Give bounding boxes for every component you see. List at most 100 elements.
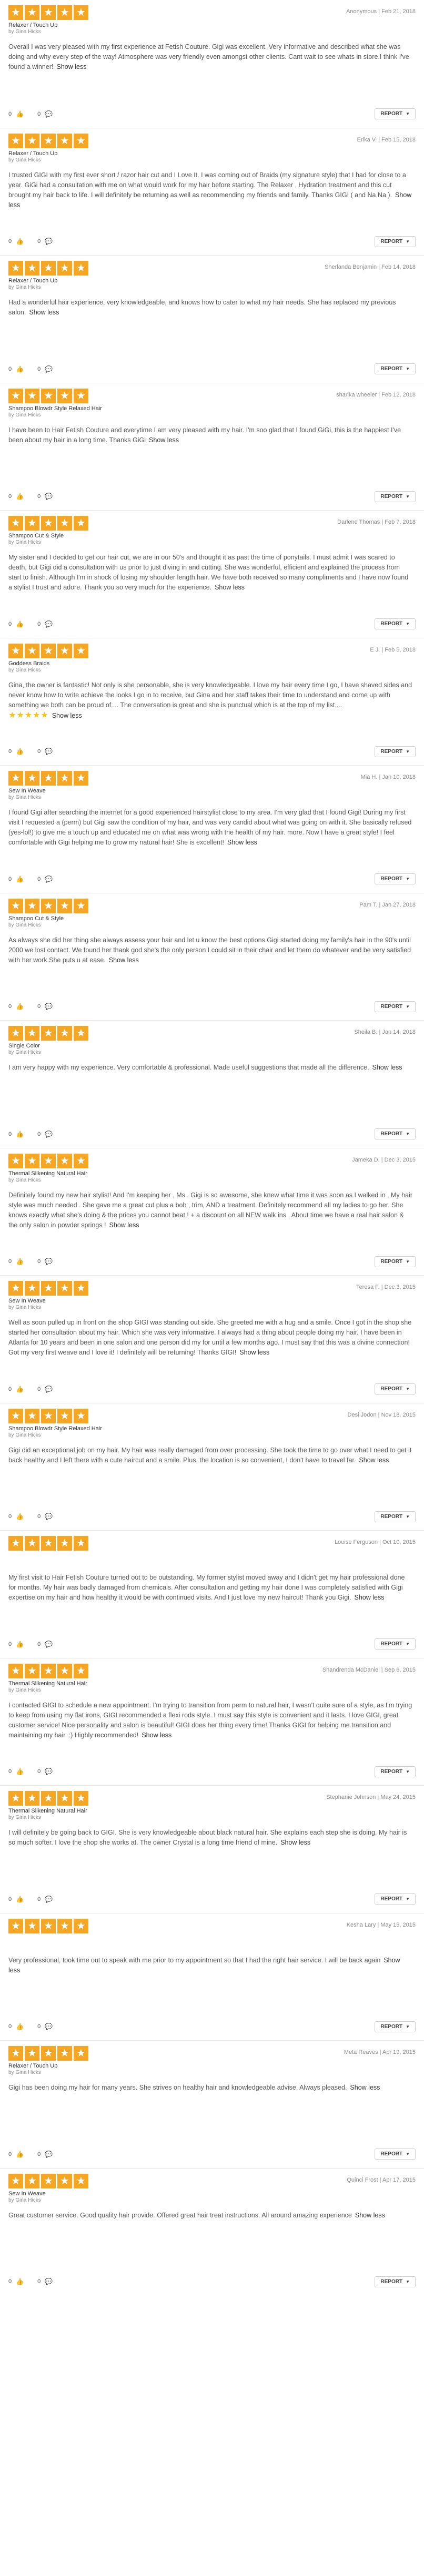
- comment-action[interactable]: 0 💬: [37, 365, 53, 373]
- report-button[interactable]: REPORT ▼: [375, 1001, 416, 1012]
- report-button[interactable]: REPORT ▼: [375, 1256, 416, 1267]
- comment-action[interactable]: 0 💬: [37, 1003, 53, 1010]
- like-action[interactable]: 0 👍: [8, 1768, 24, 1775]
- comment-action[interactable]: 0 💬: [37, 1386, 53, 1393]
- thumbs-up-icon[interactable]: 👍: [16, 1896, 24, 1903]
- comment-icon[interactable]: 💬: [45, 365, 53, 373]
- report-button[interactable]: REPORT ▼: [375, 2021, 416, 2032]
- comment-action[interactable]: 0 💬: [37, 238, 53, 245]
- comment-action[interactable]: 0 💬: [37, 493, 53, 500]
- report-button[interactable]: REPORT ▼: [375, 746, 416, 757]
- comment-action[interactable]: 0 💬: [37, 875, 53, 883]
- like-action[interactable]: 0 👍: [8, 1003, 24, 1010]
- comment-icon[interactable]: 💬: [45, 1258, 53, 1265]
- comment-icon[interactable]: 💬: [45, 493, 53, 500]
- comment-icon[interactable]: 💬: [45, 1131, 53, 1138]
- show-less-link[interactable]: Show less: [372, 1064, 402, 1071]
- thumbs-up-icon[interactable]: 👍: [16, 1386, 24, 1393]
- show-less-link[interactable]: Show less: [350, 2084, 380, 2091]
- report-button[interactable]: REPORT ▼: [375, 1893, 416, 1905]
- report-button[interactable]: REPORT ▼: [375, 108, 416, 119]
- thumbs-up-icon[interactable]: 👍: [16, 2023, 24, 2030]
- comment-icon[interactable]: 💬: [45, 238, 53, 245]
- like-action[interactable]: 0 👍: [8, 1513, 24, 1520]
- comment-icon[interactable]: 💬: [45, 2023, 53, 2030]
- show-less-link[interactable]: Show less: [239, 1349, 269, 1356]
- thumbs-up-icon[interactable]: 👍: [16, 1131, 24, 1138]
- thumbs-up-icon[interactable]: 👍: [16, 2278, 24, 2285]
- thumbs-up-icon[interactable]: 👍: [16, 1258, 24, 1265]
- report-button[interactable]: REPORT ▼: [375, 1511, 416, 1522]
- show-less-link[interactable]: Show less: [56, 63, 86, 70]
- thumbs-up-icon[interactable]: 👍: [16, 1003, 24, 1010]
- comment-icon[interactable]: 💬: [45, 1003, 53, 1010]
- like-action[interactable]: 0 👍: [8, 2023, 24, 2030]
- comment-icon[interactable]: 💬: [45, 2151, 53, 2158]
- report-button[interactable]: REPORT ▼: [375, 1766, 416, 1777]
- comment-action[interactable]: 0 💬: [37, 1896, 53, 1903]
- like-action[interactable]: 0 👍: [8, 2278, 24, 2285]
- comment-action[interactable]: 0 💬: [37, 2151, 53, 2158]
- thumbs-up-icon[interactable]: 👍: [16, 875, 24, 883]
- like-action[interactable]: 0 👍: [8, 2151, 24, 2158]
- show-less-link[interactable]: Show less: [29, 309, 59, 316]
- report-button[interactable]: REPORT ▼: [375, 236, 416, 247]
- comment-icon[interactable]: 💬: [45, 620, 53, 628]
- comment-action[interactable]: 0 💬: [37, 620, 53, 628]
- comment-action[interactable]: 0 💬: [37, 2023, 53, 2030]
- report-button[interactable]: REPORT ▼: [375, 618, 416, 629]
- report-button[interactable]: REPORT ▼: [375, 1383, 416, 1394]
- like-action[interactable]: 0 👍: [8, 110, 24, 118]
- comment-icon[interactable]: 💬: [45, 1513, 53, 1520]
- like-action[interactable]: 0 👍: [8, 493, 24, 500]
- like-action[interactable]: 0 👍: [8, 1131, 24, 1138]
- comment-icon[interactable]: 💬: [45, 1896, 53, 1903]
- like-action[interactable]: 0 👍: [8, 875, 24, 883]
- show-less-link[interactable]: Show less: [149, 436, 179, 444]
- like-action[interactable]: 0 👍: [8, 238, 24, 245]
- like-action[interactable]: 0 👍: [8, 365, 24, 373]
- thumbs-up-icon[interactable]: 👍: [16, 365, 24, 373]
- report-button[interactable]: REPORT ▼: [375, 491, 416, 502]
- comment-action[interactable]: 0 💬: [37, 1131, 53, 1138]
- comment-action[interactable]: 0 💬: [37, 1641, 53, 1648]
- comment-icon[interactable]: 💬: [45, 1768, 53, 1775]
- comment-icon[interactable]: 💬: [45, 2278, 53, 2285]
- report-button[interactable]: REPORT ▼: [375, 1638, 416, 1650]
- thumbs-up-icon[interactable]: 👍: [16, 493, 24, 500]
- comment-action[interactable]: 0 💬: [37, 110, 53, 118]
- comment-icon[interactable]: 💬: [45, 1641, 53, 1648]
- comment-action[interactable]: 0 💬: [37, 1768, 53, 1775]
- show-less-link[interactable]: Show less: [355, 1594, 385, 1601]
- thumbs-up-icon[interactable]: 👍: [16, 1768, 24, 1775]
- show-less-link[interactable]: Show less: [142, 1732, 171, 1739]
- comment-icon[interactable]: 💬: [45, 875, 53, 883]
- show-less-link[interactable]: Show less: [109, 956, 139, 964]
- like-action[interactable]: 0 👍: [8, 1258, 24, 1265]
- comment-icon[interactable]: 💬: [45, 1386, 53, 1393]
- comment-icon[interactable]: 💬: [45, 110, 53, 118]
- show-less-link[interactable]: Show less: [109, 1221, 139, 1229]
- report-button[interactable]: REPORT ▼: [375, 2276, 416, 2287]
- thumbs-up-icon[interactable]: 👍: [16, 1513, 24, 1520]
- comment-action[interactable]: 0 💬: [37, 1258, 53, 1265]
- thumbs-up-icon[interactable]: 👍: [16, 748, 24, 755]
- like-action[interactable]: 0 👍: [8, 620, 24, 628]
- show-less-link[interactable]: Show less: [355, 2212, 385, 2219]
- thumbs-up-icon[interactable]: 👍: [16, 620, 24, 628]
- show-less-link[interactable]: Show less: [52, 712, 82, 719]
- like-action[interactable]: 0 👍: [8, 1386, 24, 1393]
- show-less-link[interactable]: Show less: [215, 584, 245, 591]
- comment-action[interactable]: 0 💬: [37, 1513, 53, 1520]
- report-button[interactable]: REPORT ▼: [375, 873, 416, 884]
- thumbs-up-icon[interactable]: 👍: [16, 238, 24, 245]
- show-less-link[interactable]: Show less: [359, 1457, 389, 1464]
- like-action[interactable]: 0 👍: [8, 1641, 24, 1648]
- thumbs-up-icon[interactable]: 👍: [16, 1641, 24, 1648]
- report-button[interactable]: REPORT ▼: [375, 1128, 416, 1139]
- like-action[interactable]: 0 👍: [8, 748, 24, 755]
- thumbs-up-icon[interactable]: 👍: [16, 110, 24, 118]
- report-button[interactable]: REPORT ▼: [375, 2149, 416, 2160]
- show-less-link[interactable]: Show less: [280, 1839, 310, 1846]
- like-action[interactable]: 0 👍: [8, 1896, 24, 1903]
